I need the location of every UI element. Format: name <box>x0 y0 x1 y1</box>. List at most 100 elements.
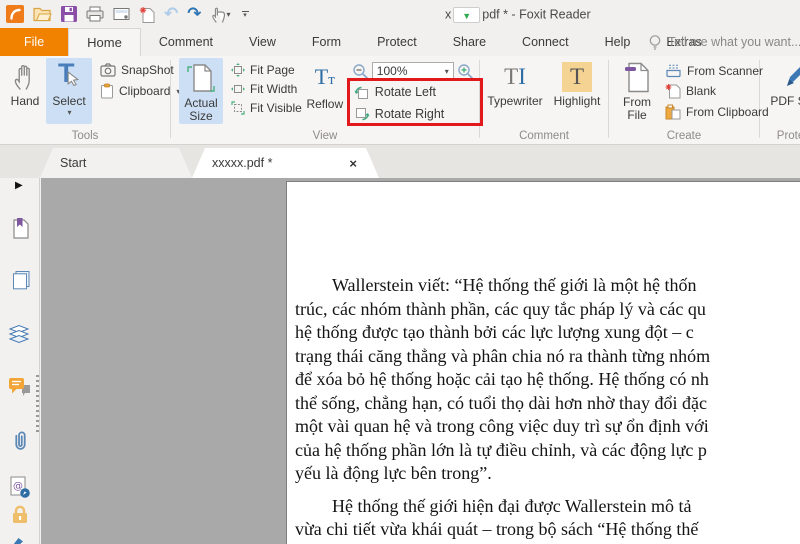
email-icon[interactable] <box>113 4 130 24</box>
paragraph-2: Hệ thống thế giới hiện đại được Wallerst… <box>295 495 699 544</box>
group-protect: PDF Sign Protect <box>760 56 800 144</box>
reflow-button[interactable]: Tт Reflow <box>302 58 348 124</box>
quick-access-toolbar: ↶ ↷ ▾ ▾ <box>6 4 249 24</box>
tab-home[interactable]: Home <box>68 28 141 56</box>
scanner-icon <box>666 64 681 78</box>
navigation-sidebar: ▶ @ <box>0 178 40 544</box>
tab-share[interactable]: Share <box>435 28 504 56</box>
tab-connect[interactable]: Connect <box>504 28 587 56</box>
ribbon-tab-bar: File Home Comment View Form Protect Shar… <box>0 28 800 56</box>
lightbulb-icon <box>649 35 661 50</box>
clipboard-button[interactable]: Clipboard ▾ <box>100 83 180 99</box>
doc-tab-active[interactable]: xxxxx.pdf * × <box>192 148 379 178</box>
select-icon: T <box>56 58 82 92</box>
security-panel-icon[interactable] <box>0 504 40 524</box>
group-comment: TI Typewriter T Highlight Comment <box>480 56 608 144</box>
pen-sign-icon <box>787 67 800 86</box>
expand-panel-icon[interactable]: ▶ <box>15 180 23 191</box>
fit-width-button[interactable]: Fit Width <box>231 82 302 96</box>
customize-toolbar-icon[interactable]: ▾ <box>241 10 249 19</box>
zoom-out-icon[interactable] <box>352 63 369 80</box>
snapshot-button[interactable]: SnapShot <box>100 63 180 77</box>
camera-icon <box>100 63 116 77</box>
tab-comment[interactable]: Comment <box>141 28 231 56</box>
rotate-left-icon <box>354 86 368 99</box>
blank-button[interactable]: Blank <box>665 83 769 99</box>
fit-page-button[interactable]: Fit Page <box>231 63 302 77</box>
rotate-right-icon <box>355 107 370 120</box>
pdf-text: Wallerstein viết: “Hệ thống thế giới là … <box>287 182 800 544</box>
layers-panel-icon[interactable] <box>0 324 40 344</box>
group-view: Actual Size Fit Page Fit Width Fit Visib… <box>171 56 483 144</box>
comments-panel-icon[interactable] <box>0 377 40 398</box>
highlight-icon: T <box>562 62 592 92</box>
from-scanner-button[interactable]: From Scanner <box>665 63 769 78</box>
tab-form[interactable]: Form <box>294 28 359 56</box>
reflow-icon: Tт <box>314 64 335 89</box>
tab-view[interactable]: View <box>231 28 294 56</box>
pdf-page[interactable]: Wallerstein viết: “Hệ thống thế giới là … <box>286 181 800 544</box>
print-icon[interactable] <box>86 4 104 24</box>
title-dropdown-arrow-icon[interactable]: ▼ <box>453 7 481 23</box>
typewriter-icon: TI <box>504 64 526 89</box>
bookmarks-panel-icon[interactable] <box>0 217 40 239</box>
save-icon[interactable] <box>61 4 77 24</box>
highlight-button[interactable]: T Highlight <box>546 58 608 124</box>
pages-panel-icon[interactable] <box>0 270 40 291</box>
select-dropdown-icon[interactable]: ▾ <box>67 108 71 117</box>
group-label-tools: Tools <box>71 130 99 142</box>
tab-protect[interactable]: Protect <box>359 28 435 56</box>
main-content: ▶ @ Wallerstein viết: “Hệ thống thế giới… <box>0 178 800 544</box>
zoom-level-value: 100% <box>376 64 408 78</box>
actual-size-button[interactable]: Actual Size <box>179 58 223 124</box>
tab-file[interactable]: File <box>0 28 69 56</box>
typewriter-button[interactable]: TI Typewriter <box>484 58 546 124</box>
document-canvas[interactable]: Wallerstein viết: “Hệ thống thế giới là … <box>41 178 800 544</box>
from-file-icon <box>625 62 649 93</box>
fit-visible-icon <box>231 101 245 115</box>
group-label-protect: Protect <box>776 130 800 142</box>
clipboard-page-icon <box>665 104 681 120</box>
zoom-in-icon[interactable] <box>457 63 474 80</box>
zoom-level-combobox[interactable]: 100% ▾ <box>371 62 454 80</box>
tab-help[interactable]: Help <box>587 28 649 56</box>
group-tools: Hand T Select ▾ SnapShot Clipboard Tools <box>0 56 180 144</box>
open-file-icon[interactable] <box>33 4 52 24</box>
fit-visible-button[interactable]: Fit Visible <box>231 101 302 115</box>
select-tool-button[interactable]: T Select ▾ <box>46 58 92 124</box>
signatures-panel-icon[interactable]: @ <box>0 476 40 499</box>
ribbon-home: Hand T Select ▾ SnapShot Clipboard Tools… <box>0 56 800 145</box>
document-tab-bar: Start xxxxx.pdf * × <box>0 145 800 178</box>
undo-icon[interactable]: ↶ <box>164 4 178 24</box>
paragraph-1: Wallerstein viết: “Hệ thống thế giới là … <box>295 275 711 483</box>
blank-page-icon <box>665 84 681 99</box>
group-create: From File From Scanner Blank From Clipbo… <box>609 56 769 144</box>
group-label-view: View <box>312 130 338 142</box>
close-tab-icon[interactable]: × <box>349 156 357 171</box>
from-clipboard-button[interactable]: From Clipboard <box>665 104 769 120</box>
touch-mode-icon[interactable]: ▾ <box>211 4 231 24</box>
pdf-sign-button[interactable]: PDF Sign <box>768 58 800 124</box>
from-file-button[interactable]: From File <box>615 58 659 124</box>
tell-me-search[interactable]: Tell me what you want... <box>648 28 800 56</box>
touch-mode-dropdown-icon[interactable]: ▾ <box>227 10 231 19</box>
fit-width-icon <box>231 85 245 93</box>
foxit-logo-icon[interactable] <box>6 4 24 24</box>
doc-tab-start[interactable]: Start <box>40 148 192 178</box>
foxit-reader-window: ↶ ↷ ▾ ▾ x ▼ pdf * - Foxit Reader File Home… <box>0 0 800 544</box>
zoom-dropdown-icon[interactable]: ▾ <box>445 67 449 76</box>
rotate-left-button[interactable]: Rotate Left <box>352 81 479 103</box>
group-label-comment: Comment <box>519 130 569 142</box>
hand-tool-button[interactable]: Hand <box>4 58 46 124</box>
window-title: x ▼ pdf * - Foxit Reader <box>445 7 591 23</box>
clipboard-icon <box>101 83 113 99</box>
stamps-panel-icon[interactable] <box>0 534 40 544</box>
panel-resize-handle[interactable] <box>36 375 39 433</box>
attachments-panel-icon[interactable] <box>0 430 40 451</box>
redo-icon[interactable]: ↷ <box>187 4 201 24</box>
title-bar: ↶ ↷ ▾ ▾ x ▼ pdf * - Foxit Reader <box>0 0 800 28</box>
new-document-icon[interactable] <box>139 4 155 24</box>
rotate-right-button[interactable]: Rotate Right <box>352 103 479 125</box>
hand-icon <box>14 64 30 90</box>
zoom-rotate-stack: 100% ▾ Rotate Left Rotate Right <box>346 58 483 126</box>
